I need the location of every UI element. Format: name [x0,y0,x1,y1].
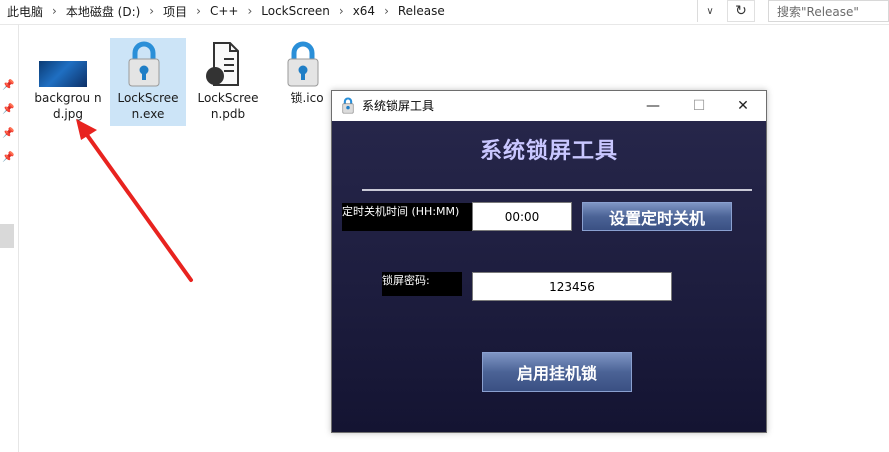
enable-lock-button[interactable]: 启用挂机锁 [482,352,632,392]
breadcrumb-this-pc[interactable]: 此电脑 [4,3,46,20]
window-titlebar[interactable]: 系统锁屏工具 — ☐ ✕ [332,91,766,121]
address-bar: 此电脑 › 本地磁盘 (D:) › 项目 › C++ › LockScreen … [0,0,889,25]
lock-app-icon [283,40,323,88]
pin-icon: 📌 [2,104,15,115]
breadcrumb-lockscreen[interactable]: LockScreen [258,4,333,18]
chevron-right-icon[interactable]: › [190,4,207,18]
chevron-right-icon[interactable]: › [46,4,63,18]
navigation-pane: 📌 📌 📌 📌 [0,24,19,452]
pdb-file-icon [204,40,244,88]
breadcrumb-x64[interactable]: x64 [350,4,378,18]
minimize-icon[interactable]: — [630,91,676,121]
app-client-area: 系统锁屏工具 定时关机时间 (HH:MM) 00:00 设置定时关机 锁屏密码:… [332,121,766,432]
password-input[interactable]: 123456 [472,272,672,301]
breadcrumb-release[interactable]: Release [395,4,448,18]
chevron-right-icon[interactable]: › [241,4,258,18]
chevron-right-icon[interactable]: › [333,4,350,18]
nav-selected-item[interactable] [0,224,14,248]
shutdown-time-input[interactable]: 00:00 [472,202,572,231]
pin-icon: 📌 [2,152,15,163]
pin-icon: 📌 [2,128,15,139]
search-input[interactable]: 搜索"Release" [768,0,889,22]
lock-app-icon [341,97,355,114]
set-shutdown-button[interactable]: 设置定时关机 [582,202,732,231]
breadcrumb-projects[interactable]: 项目 [160,3,190,20]
image-file-icon [39,61,87,87]
lock-app-icon [124,40,164,88]
annotation-arrow-icon [76,119,193,282]
breadcrumb-local-disk[interactable]: 本地磁盘 (D:) [63,3,143,20]
shutdown-time-label: 定时关机时间 (HH:MM) [342,203,472,231]
maximize-icon[interactable]: ☐ [676,91,722,121]
breadcrumb-cpp[interactable]: C++ [207,4,242,18]
chevron-right-icon[interactable]: › [378,4,395,18]
address-dropdown-icon[interactable]: ∨ [697,0,722,22]
refresh-icon[interactable]: ↻ [727,0,755,22]
lockscreen-app-window: 系统锁屏工具 — ☐ ✕ 系统锁屏工具 定时关机时间 (HH:MM) 00:00… [331,90,767,433]
close-icon[interactable]: ✕ [720,91,766,121]
breadcrumb: 此电脑 › 本地磁盘 (D:) › 项目 › C++ › LockScreen … [4,0,448,22]
window-title: 系统锁屏工具 [362,99,435,113]
chevron-right-icon[interactable]: › [143,4,160,18]
pin-icon: 📌 [2,80,15,91]
app-heading: 系统锁屏工具 [479,139,618,164]
password-label: 锁屏密码: [382,272,462,296]
divider [362,189,752,191]
